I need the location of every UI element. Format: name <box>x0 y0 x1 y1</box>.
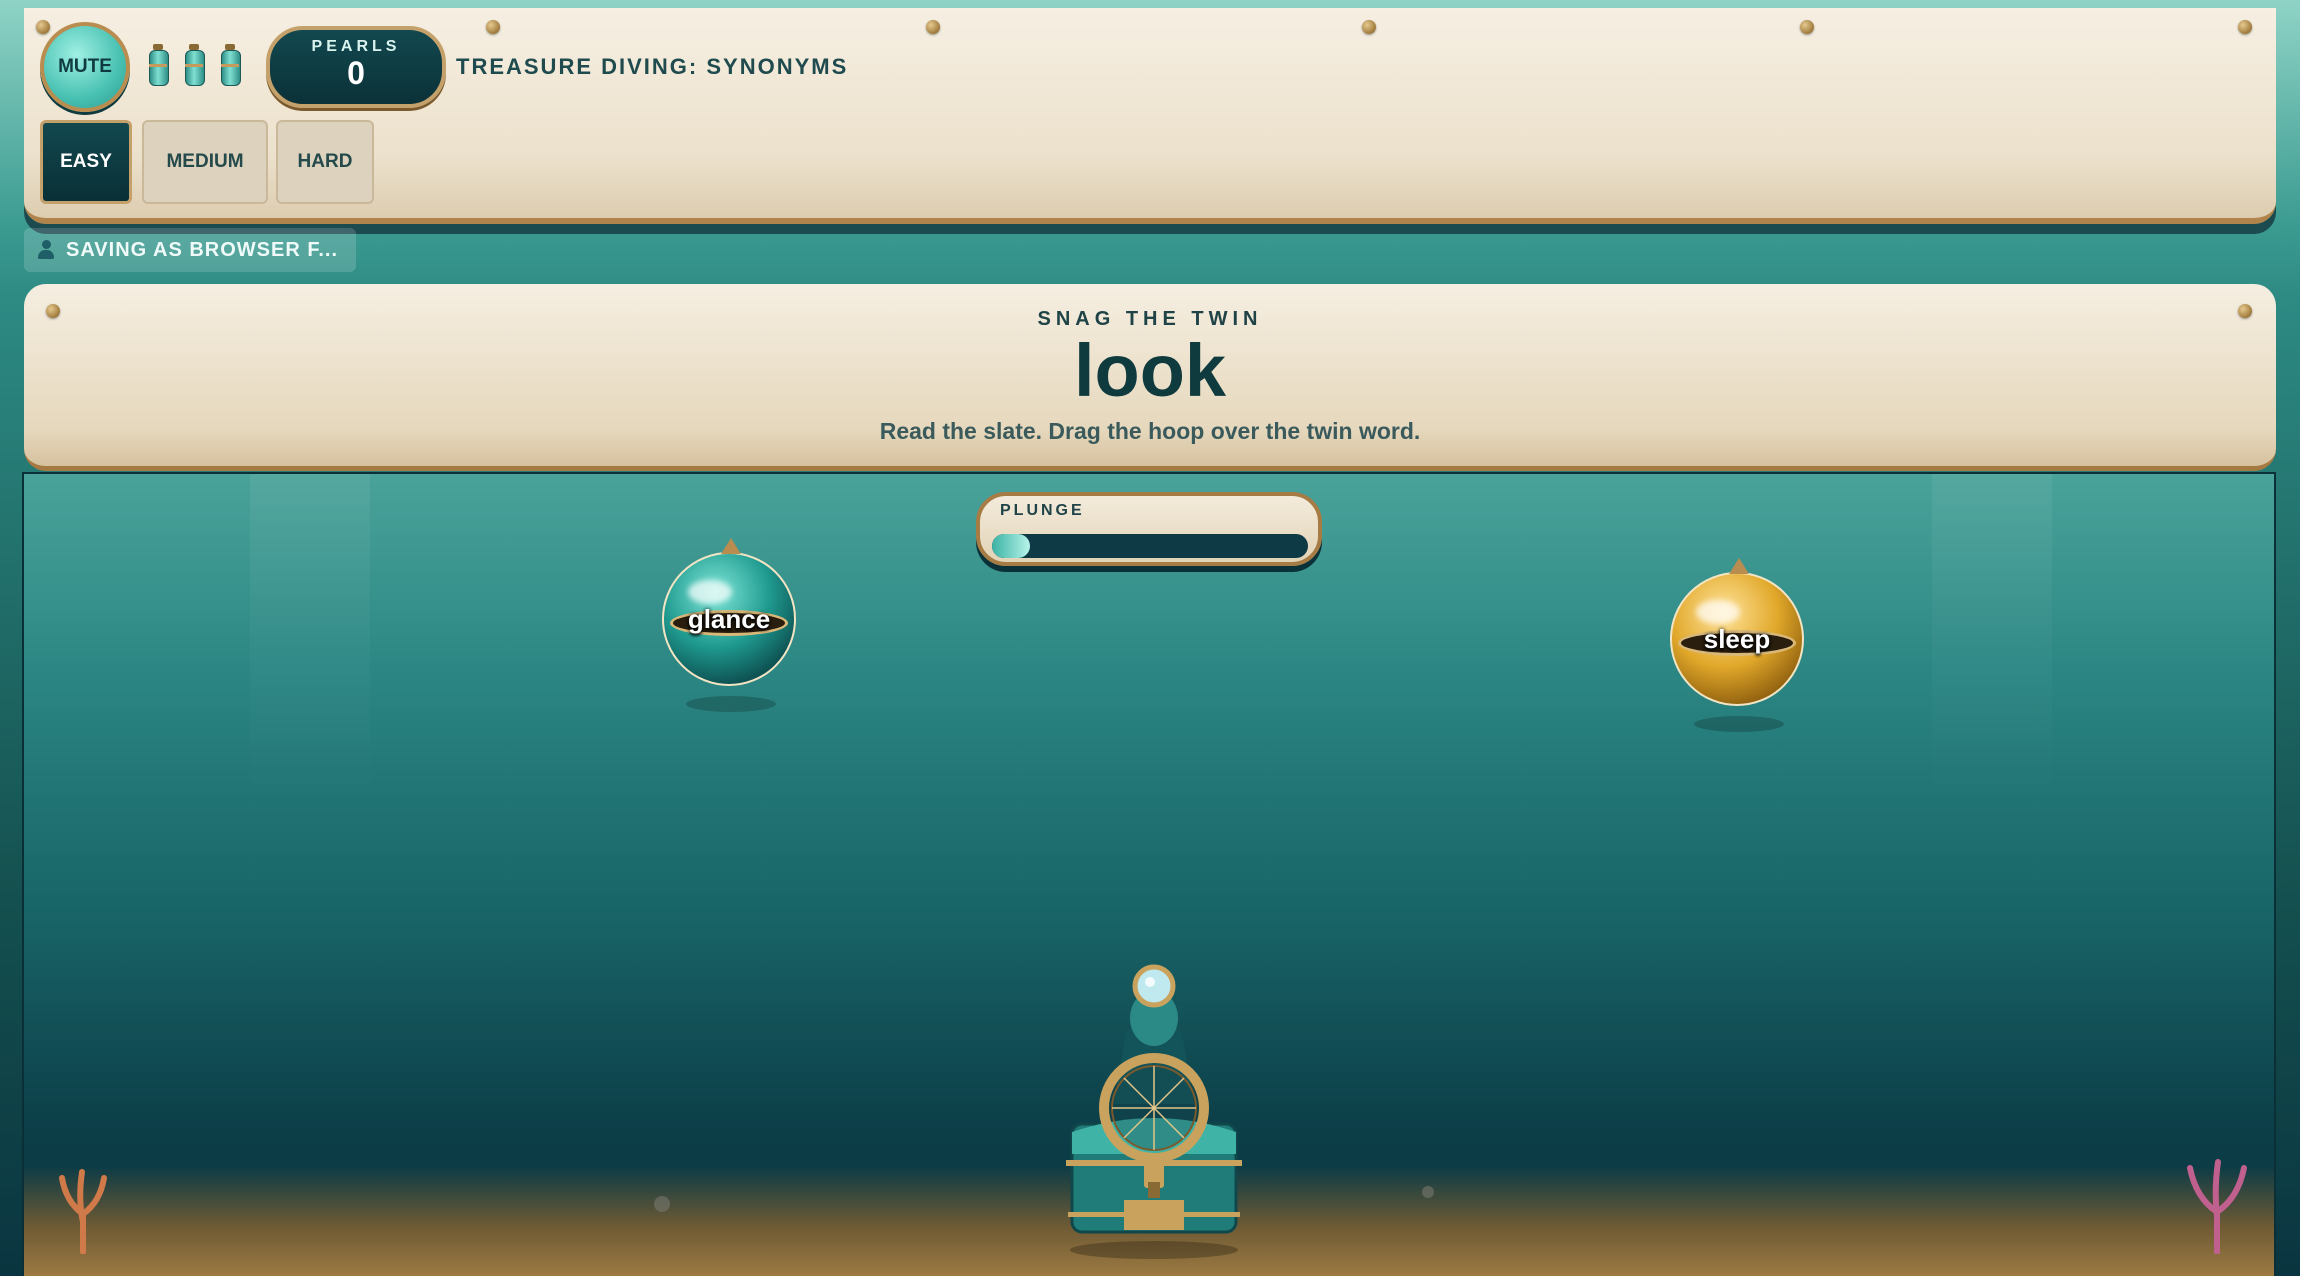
pearls-value: 0 <box>347 55 365 91</box>
mute-button[interactable]: MUTE <box>40 22 130 112</box>
difficulty-medium-button[interactable]: MEDIUM <box>142 120 268 204</box>
pebble <box>1422 1186 1434 1198</box>
pearls-label: PEARLS <box>311 38 401 55</box>
pebble <box>654 1196 670 1212</box>
oxygen-tank-icon <box>184 44 205 86</box>
game-title: TREASURE DIVING: SYNONYMS <box>456 54 849 79</box>
play-area[interactable]: PLUNGE glance sleep <box>22 472 2276 1276</box>
rivet <box>2238 20 2252 34</box>
rivet <box>486 20 500 34</box>
difficulty-hard-button[interactable]: HARD <box>276 120 374 204</box>
rivet <box>1362 20 1376 34</box>
rivet <box>926 20 940 34</box>
instructions: Read the slate. Drag the hoop over the t… <box>879 418 1421 444</box>
oxygen-tank-icon <box>220 44 241 86</box>
light-ray <box>250 474 370 804</box>
coral-icon <box>59 1169 107 1254</box>
difficulty-easy-button[interactable]: EASY <box>40 120 132 204</box>
save-status-badge[interactable]: SAVING AS BROWSER F... <box>24 228 357 272</box>
word-bubble[interactable]: sleep <box>1670 558 1804 732</box>
light-ray <box>1932 474 2052 804</box>
rivet <box>1800 20 1814 34</box>
word-bubble[interactable]: glance <box>662 538 796 712</box>
plunge-gauge: PLUNGE <box>976 492 1322 566</box>
plunge-label: PLUNGE <box>1000 502 1085 519</box>
target-word: look <box>1073 329 1227 412</box>
bubble-word: sleep <box>1703 624 1771 654</box>
coral-icon <box>2187 1159 2247 1254</box>
plunge-track <box>992 534 1308 558</box>
pearls-counter: PEARLS 0 <box>266 26 446 108</box>
prompt-slate: SNAG THE TWIN look Read the slate. Drag … <box>24 284 2276 471</box>
diver-hoop-icon[interactable] <box>1064 964 1244 1260</box>
save-status-text: SAVING AS BROWSER F... <box>66 238 339 261</box>
user-icon <box>38 240 54 260</box>
bubble-word: glance <box>687 604 771 634</box>
plunge-fill <box>992 534 1030 558</box>
rivet <box>36 20 50 34</box>
top-panel: MUTE PEARLS 0 TREASURE DIVING: SYNONYMS … <box>24 8 2276 224</box>
oxygen-tank-icon <box>148 44 169 86</box>
